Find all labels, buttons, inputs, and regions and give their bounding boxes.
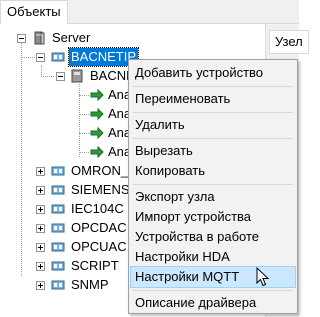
driver-icon [51, 52, 65, 62]
menu-separator [133, 112, 293, 113]
tree-node-driver[interactable]: OPCDAC [0, 219, 130, 238]
tree-label-driver: SNMP [71, 277, 109, 292]
mouse-cursor-icon [256, 267, 270, 287]
tab-node[interactable]: Узел [269, 30, 309, 54]
tab-node-label: Узел [275, 34, 303, 49]
menu-item-cut[interactable]: Вырезать [131, 141, 295, 161]
menu-item-driver-description[interactable]: Описание драйвера [131, 293, 295, 313]
menu-item-export-node[interactable]: Экспорт узла [131, 187, 295, 207]
driver-icon [51, 204, 65, 214]
arrow-right-icon [90, 107, 104, 121]
driver-icon [51, 280, 65, 290]
driver-icon [51, 166, 65, 176]
menu-item-import-device[interactable]: Импорт устройства [131, 207, 295, 227]
device-icon [71, 69, 83, 83]
tree-node-driver[interactable]: OPCUAC [0, 238, 130, 257]
menu-item-add-device[interactable]: Добавить устройство [131, 63, 295, 83]
tree-label-driver: OPCUAC [71, 239, 127, 254]
menu-separator [133, 184, 293, 185]
tree-node-driver[interactable]: IEC104C [0, 200, 130, 219]
menu-item-hda-settings[interactable]: Настройки HDA [131, 247, 295, 267]
menu-item-delete[interactable]: Удалить [131, 115, 295, 135]
collapse-icon[interactable] [56, 72, 65, 81]
tree-label-driver: SCRIPT [71, 258, 119, 273]
tab-objects-label: Объекты [7, 4, 61, 19]
tree-node-analog[interactable]: Ana [0, 105, 131, 124]
driver-icon [51, 185, 65, 195]
tree-node-device[interactable]: BACNE [0, 67, 135, 86]
menu-separator [133, 138, 293, 139]
server-icon [34, 31, 45, 45]
expand-icon[interactable] [36, 186, 45, 195]
menu-item-devices-in-work[interactable]: Устройства в работе [131, 227, 295, 247]
tree-node-analog[interactable]: Ana [0, 86, 131, 105]
tab-bar: Объекты [0, 0, 299, 24]
arrow-right-icon [90, 145, 104, 159]
expand-icon[interactable] [36, 205, 45, 214]
tree-label-driver: OPCDAC [71, 220, 127, 235]
tree-node-driver[interactable]: SIEMENS [0, 181, 130, 200]
expand-icon[interactable] [36, 167, 45, 176]
collapse-icon[interactable] [17, 34, 26, 43]
tree-node-server[interactable]: Server [0, 29, 120, 48]
menu-item-copy[interactable]: Копировать [131, 161, 295, 181]
expand-icon[interactable] [36, 224, 45, 233]
arrow-right-icon [90, 126, 104, 140]
tree-label-driver: SIEMENS [71, 182, 130, 197]
expand-icon[interactable] [36, 281, 45, 290]
tree-node-analog[interactable]: Ana [0, 124, 131, 143]
tree-label-driver: OMRON_ [71, 163, 129, 178]
expand-icon[interactable] [36, 262, 45, 271]
tree-node-analog[interactable]: Ana [0, 143, 131, 162]
menu-item-mqtt-settings[interactable]: Настройки MQTT [130, 266, 296, 288]
menu-separator [133, 290, 293, 291]
tree-label-driver: IEC104C [71, 201, 124, 216]
tree-node-bacnetip[interactable]: BACNETIP [0, 47, 140, 67]
driver-icon [51, 223, 65, 233]
tree-node-driver[interactable]: SCRIPT [0, 257, 130, 276]
context-menu: Добавить устройство Переименовать Удалит… [128, 59, 298, 314]
tree-node-driver[interactable]: SNMP [0, 276, 130, 295]
tree-label-server: Server [52, 30, 91, 45]
menu-item-rename[interactable]: Переименовать [131, 89, 295, 109]
expand-icon[interactable] [36, 243, 45, 252]
collapse-icon[interactable] [36, 53, 45, 62]
menu-separator [133, 86, 293, 87]
tree-node-driver[interactable]: OMRON_ [0, 162, 130, 181]
driver-icon [51, 242, 65, 252]
driver-icon [51, 261, 65, 271]
tab-objects[interactable]: Объекты [0, 0, 68, 24]
arrow-right-icon [90, 88, 104, 102]
